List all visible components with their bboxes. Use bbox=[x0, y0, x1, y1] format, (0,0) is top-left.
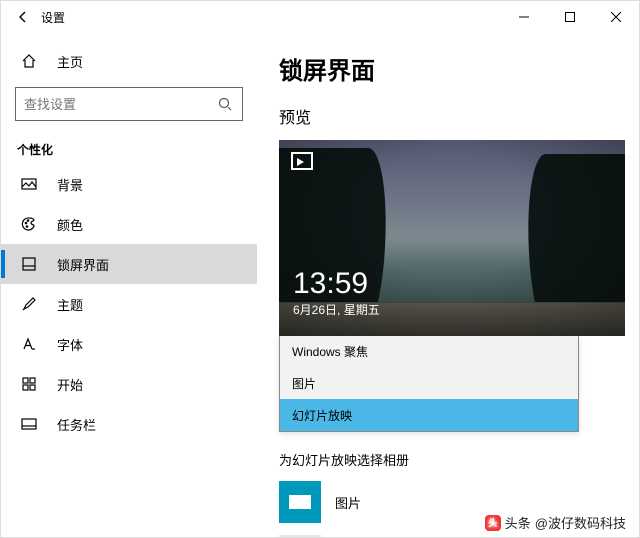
sidebar-item-lockscreen[interactable]: 锁屏界面 bbox=[1, 244, 257, 284]
home-label: 主页 bbox=[57, 52, 83, 71]
start-icon bbox=[19, 376, 39, 392]
preview-clock: 13:59 6月26日, 星期五 bbox=[293, 269, 380, 318]
search-icon bbox=[216, 97, 234, 111]
brush-icon bbox=[19, 296, 39, 312]
watermark-text: @波仔数码科技 bbox=[535, 513, 626, 532]
sidebar-item-label: 字体 bbox=[57, 335, 83, 354]
palette-icon bbox=[19, 216, 39, 232]
sidebar: 主页 个性化 背景 颜色 锁屏界面 主题 bbox=[1, 33, 257, 537]
add-folder-row[interactable]: + 添加文件夹 bbox=[279, 535, 639, 537]
picture-icon bbox=[19, 176, 39, 192]
sidebar-item-label: 锁屏界面 bbox=[57, 255, 109, 274]
preview-heading: 预览 bbox=[279, 104, 639, 128]
category-label: 个性化 bbox=[1, 131, 257, 164]
dropdown-option-selected[interactable]: 幻灯片放映 bbox=[280, 399, 578, 431]
home-nav[interactable]: 主页 bbox=[1, 41, 257, 81]
background-dropdown[interactable]: Windows 聚焦 图片 幻灯片放映 bbox=[279, 335, 579, 432]
window-title: 设置 bbox=[41, 9, 65, 26]
album-tile bbox=[279, 481, 321, 523]
page-title: 锁屏界面 bbox=[279, 51, 639, 86]
watermark: 头 头条 @波仔数码科技 bbox=[485, 513, 626, 532]
titlebar: 设置 bbox=[1, 1, 639, 33]
sidebar-item-colors[interactable]: 颜色 bbox=[1, 204, 257, 244]
sidebar-item-label: 任务栏 bbox=[57, 415, 96, 434]
album-heading: 为幻灯片放映选择相册 bbox=[279, 450, 639, 469]
dropdown-option[interactable]: Windows 聚焦 bbox=[280, 335, 578, 367]
taskbar-icon bbox=[19, 416, 39, 432]
minimize-button[interactable] bbox=[501, 1, 547, 33]
watermark-logo: 头 bbox=[485, 515, 501, 531]
album-label: 图片 bbox=[335, 493, 361, 512]
clock-time: 13:59 bbox=[293, 269, 380, 299]
sidebar-item-label: 背景 bbox=[57, 175, 83, 194]
close-button[interactable] bbox=[593, 1, 639, 33]
sidebar-item-label: 开始 bbox=[57, 375, 83, 394]
sidebar-item-background[interactable]: 背景 bbox=[1, 164, 257, 204]
maximize-button[interactable] bbox=[547, 1, 593, 33]
slideshow-icon bbox=[291, 152, 313, 170]
sidebar-item-label: 颜色 bbox=[57, 215, 83, 234]
sidebar-item-fonts[interactable]: 字体 bbox=[1, 324, 257, 364]
sidebar-item-taskbar[interactable]: 任务栏 bbox=[1, 404, 257, 444]
watermark-prefix: 头条 bbox=[505, 513, 531, 532]
sidebar-item-start[interactable]: 开始 bbox=[1, 364, 257, 404]
font-icon bbox=[19, 336, 39, 352]
search-box[interactable] bbox=[15, 87, 243, 121]
sidebar-item-label: 主题 bbox=[57, 295, 83, 314]
back-button[interactable] bbox=[9, 10, 37, 24]
lockscreen-icon bbox=[19, 256, 39, 272]
content-pane: 锁屏界面 预览 13:59 6月26日, 星期五 Windows 聚焦 图片 幻… bbox=[257, 33, 639, 537]
sidebar-item-themes[interactable]: 主题 bbox=[1, 284, 257, 324]
clock-date: 6月26日, 星期五 bbox=[293, 301, 380, 318]
lockscreen-preview: 13:59 6月26日, 星期五 bbox=[279, 140, 625, 336]
add-icon: + bbox=[279, 535, 321, 537]
dropdown-option[interactable]: 图片 bbox=[280, 367, 578, 399]
search-input[interactable] bbox=[24, 97, 216, 112]
home-icon bbox=[19, 53, 39, 69]
